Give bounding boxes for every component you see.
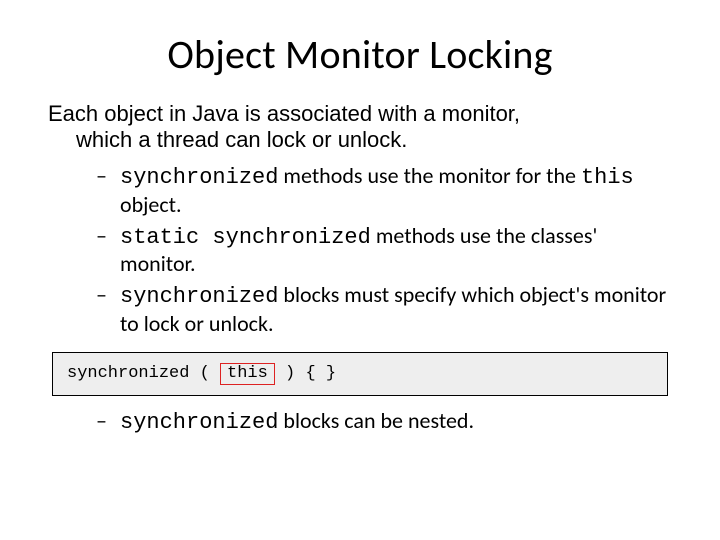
bullet-4-kw: synchronized (120, 410, 278, 435)
bullet-1-kw2: this (581, 165, 634, 190)
bullet-3-kw: synchronized (120, 284, 278, 309)
bullet-4-text: blocks can be nested. (278, 407, 474, 434)
bullet-list-2: synchronized blocks can be nested. (48, 408, 672, 441)
bullet-2-kw: static synchronized (120, 225, 371, 250)
slide-title: Object Monitor Locking (48, 30, 672, 79)
bullet-1-text-2: object. (120, 191, 182, 218)
code-box: synchronized ( this ) { } (52, 352, 668, 397)
bullet-list: synchronized methods use the monitor for… (48, 163, 672, 342)
intro-line-2: which a thread can lock or unlock. (48, 127, 407, 152)
bullet-1-kw: synchronized (120, 165, 278, 190)
bullet-3: synchronized blocks must specify which o… (96, 282, 672, 342)
intro-text: Each object in Java is associated with a… (48, 101, 672, 153)
code-pre: synchronized ( (67, 364, 220, 383)
bullet-2: static synchronized methods use the clas… (96, 223, 672, 283)
code-post: ) { } (275, 364, 336, 383)
bullet-1-text-1: methods use the monitor for the (278, 162, 581, 189)
bullet-1: synchronized methods use the monitor for… (96, 163, 672, 223)
code-highlight-this: this (220, 363, 275, 386)
intro-line-1: Each object in Java is associated with a… (48, 101, 520, 126)
slide: Object Monitor Locking Each object in Ja… (0, 0, 720, 441)
bullet-4: synchronized blocks can be nested. (96, 408, 672, 441)
